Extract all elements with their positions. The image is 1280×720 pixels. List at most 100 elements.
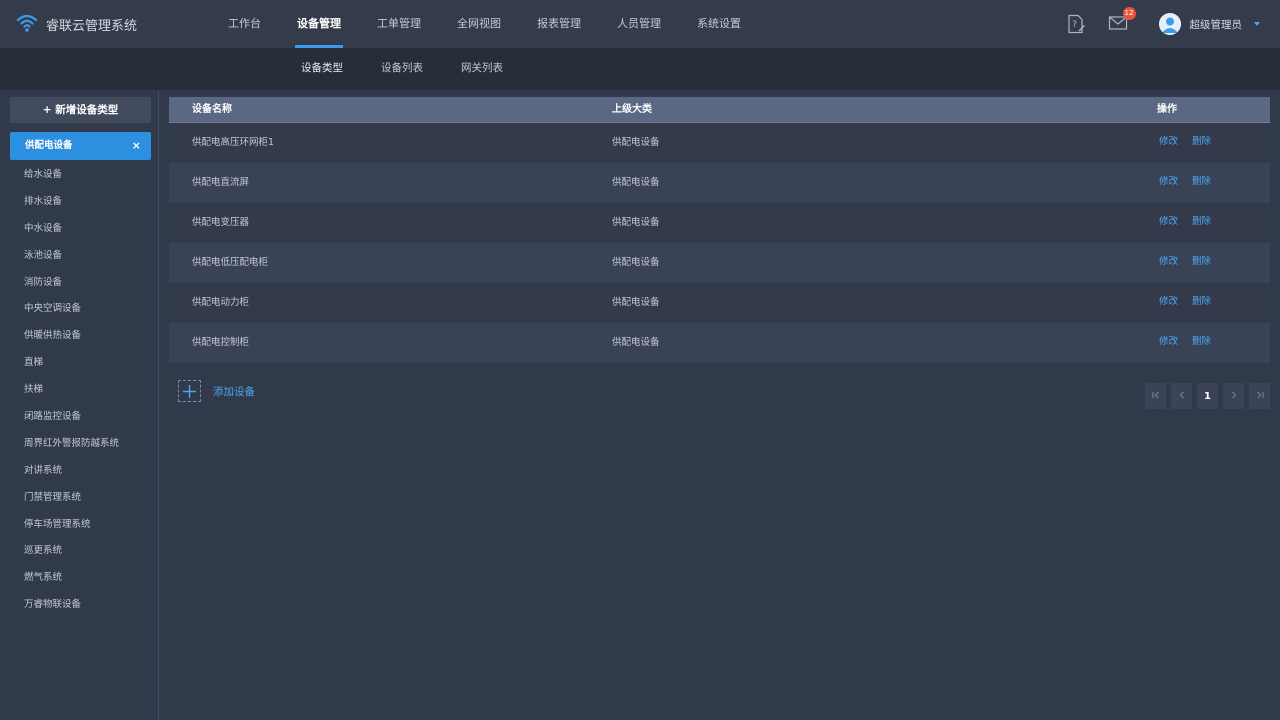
mail-badge: 12	[1122, 7, 1136, 20]
row-actions: 修改 删除	[1159, 283, 1225, 321]
user-name: 超级管理员	[1189, 18, 1243, 31]
close-icon[interactable]: ×	[132, 132, 141, 160]
cell-name: 供配电变压器	[192, 217, 250, 228]
sub-nav-bar: 设备类型 设备列表 网关列表	[0, 48, 1280, 90]
sidebar-item[interactable]: 万睿物联设备	[0, 596, 158, 623]
sidebar-item[interactable]: 中水设备	[0, 220, 158, 247]
row-actions: 修改 删除	[1159, 243, 1225, 281]
cell-name: 供配电控制柜	[192, 337, 250, 348]
sidebar-item[interactable]: 给水设备	[0, 166, 158, 193]
delete-link[interactable]: 删除	[1192, 296, 1211, 307]
sidebar-item[interactable]: 消防设备	[0, 274, 158, 301]
sidebar-item[interactable]: 泳池设备	[0, 247, 158, 274]
sidebar-item[interactable]: 门禁管理系统	[0, 489, 158, 516]
edit-link[interactable]: 修改	[1159, 336, 1178, 347]
tab-gateway-list[interactable]: 网关列表	[442, 48, 522, 90]
cell-parent: 供配电设备	[612, 337, 660, 348]
delete-link[interactable]: 删除	[1192, 176, 1211, 187]
table-row: 供配电变压器 供配电设备 修改 删除	[169, 203, 1270, 243]
add-device-type-button[interactable]: + 新增设备类型	[10, 97, 151, 123]
pagination: 1	[1140, 383, 1270, 409]
delete-link[interactable]: 删除	[1192, 216, 1211, 227]
svg-text:?: ?	[1072, 20, 1077, 30]
chevron-right-icon	[1229, 390, 1239, 403]
cell-parent: 供配电设备	[612, 177, 660, 188]
table-row: 供配电直流屏 供配电设备 修改 删除	[169, 163, 1270, 203]
nav-personnel[interactable]: 人员管理	[599, 0, 679, 48]
table-row: 供配电动力柜 供配电设备 修改 删除	[169, 283, 1270, 323]
main-nav: 工作台 设备管理 工单管理 全网视图 报表管理 人员管理 系统设置	[210, 0, 759, 48]
first-page-icon	[1151, 390, 1161, 403]
cell-parent: 供配电设备	[612, 137, 660, 148]
sidebar-item[interactable]: 扶梯	[0, 381, 158, 408]
nav-device-management[interactable]: 设备管理	[279, 0, 359, 48]
sidebar-list: 给水设备 排水设备 中水设备 泳池设备 消防设备 中央空调设备 供暖供热设备 直…	[0, 166, 158, 623]
row-actions: 修改 删除	[1159, 323, 1225, 361]
top-bar: 睿联云管理系统 工作台 设备管理 工单管理 全网视图 报表管理 人员管理 系统设…	[0, 0, 1280, 48]
avatar	[1158, 13, 1181, 35]
column-header-ops: 操作	[1157, 104, 1177, 115]
prev-page-button[interactable]	[1171, 383, 1192, 409]
cell-parent: 供配电设备	[612, 297, 660, 308]
delete-link[interactable]: 删除	[1192, 136, 1211, 147]
sidebar-item[interactable]: 闭路监控设备	[0, 408, 158, 435]
row-actions: 修改 删除	[1159, 203, 1225, 241]
sidebar-item[interactable]: 直梯	[0, 354, 158, 381]
edit-link[interactable]: 修改	[1159, 176, 1178, 187]
sidebar-item[interactable]: 排水设备	[0, 193, 158, 220]
nav-workbench[interactable]: 工作台	[210, 0, 279, 48]
sub-nav: 设备类型 设备列表 网关列表	[282, 48, 522, 90]
sidebar-item[interactable]: 中央空调设备	[0, 300, 158, 327]
nav-network-view[interactable]: 全网视图	[439, 0, 519, 48]
nav-work-orders[interactable]: 工单管理	[359, 0, 439, 48]
last-page-icon	[1255, 390, 1265, 403]
edit-link[interactable]: 修改	[1159, 256, 1178, 267]
sidebar-item-label: 供配电设备	[25, 140, 73, 151]
sidebar-item-power-supply[interactable]: 供配电设备 ×	[10, 132, 151, 160]
sidebar-item[interactable]: 巡更系统	[0, 542, 158, 569]
nav-reports[interactable]: 报表管理	[519, 0, 599, 48]
app-title: 睿联云管理系统	[46, 18, 138, 34]
sidebar-item[interactable]: 对讲系统	[0, 462, 158, 489]
mail-button[interactable]: 12	[1107, 7, 1136, 35]
header-actions: ? 12 超级管理员	[1065, 0, 1260, 48]
edit-link[interactable]: 修改	[1159, 136, 1178, 147]
brand[interactable]: 睿联云管理系统	[16, 12, 137, 36]
table-header: 设备名称 上级大类 操作	[169, 97, 1270, 123]
cell-name: 供配电直流屏	[192, 177, 250, 188]
tab-device-list[interactable]: 设备列表	[362, 48, 442, 90]
add-device-button[interactable]: 添加设备	[178, 380, 255, 402]
table-row: 供配电控制柜 供配电设备 修改 删除	[169, 323, 1270, 363]
plus-icon	[178, 380, 201, 402]
table-row: 供配电高压环网柜1 供配电设备 修改 删除	[169, 123, 1270, 163]
edit-link[interactable]: 修改	[1159, 296, 1178, 307]
delete-link[interactable]: 删除	[1192, 256, 1211, 267]
nav-system-settings[interactable]: 系统设置	[679, 0, 759, 48]
sidebar-item[interactable]: 供暖供热设备	[0, 327, 158, 354]
row-actions: 修改 删除	[1159, 123, 1225, 161]
cell-name: 供配电动力柜	[192, 297, 250, 308]
sidebar-item[interactable]: 周界红外警报防越系统	[0, 435, 158, 462]
user-menu[interactable]: 超级管理员	[1158, 13, 1260, 35]
tab-device-types[interactable]: 设备类型	[282, 48, 362, 90]
help-document-icon[interactable]: ?	[1065, 13, 1087, 35]
first-page-button[interactable]	[1145, 383, 1166, 409]
cell-parent: 供配电设备	[612, 257, 660, 268]
last-page-button[interactable]	[1249, 383, 1270, 409]
chevron-left-icon	[1177, 390, 1187, 403]
sidebar: + 新增设备类型 供配电设备 × 给水设备 排水设备 中水设备 泳池设备 消防设…	[0, 90, 159, 720]
table-row: 供配电低压配电柜 供配电设备 修改 删除	[169, 243, 1270, 283]
wifi-logo-icon	[16, 13, 38, 36]
add-device-label: 添加设备	[213, 385, 255, 398]
cell-parent: 供配电设备	[612, 217, 660, 228]
page-number-current[interactable]: 1	[1197, 383, 1218, 409]
sidebar-item[interactable]: 燃气系统	[0, 569, 158, 596]
next-page-button[interactable]	[1223, 383, 1244, 409]
sidebar-item[interactable]: 停车场管理系统	[0, 516, 158, 543]
cell-name: 供配电高压环网柜1	[192, 137, 275, 148]
delete-link[interactable]: 删除	[1192, 336, 1211, 347]
chevron-down-icon	[1254, 22, 1260, 26]
edit-link[interactable]: 修改	[1159, 216, 1178, 227]
row-actions: 修改 删除	[1159, 163, 1225, 201]
column-header-parent: 上级大类	[612, 104, 652, 115]
